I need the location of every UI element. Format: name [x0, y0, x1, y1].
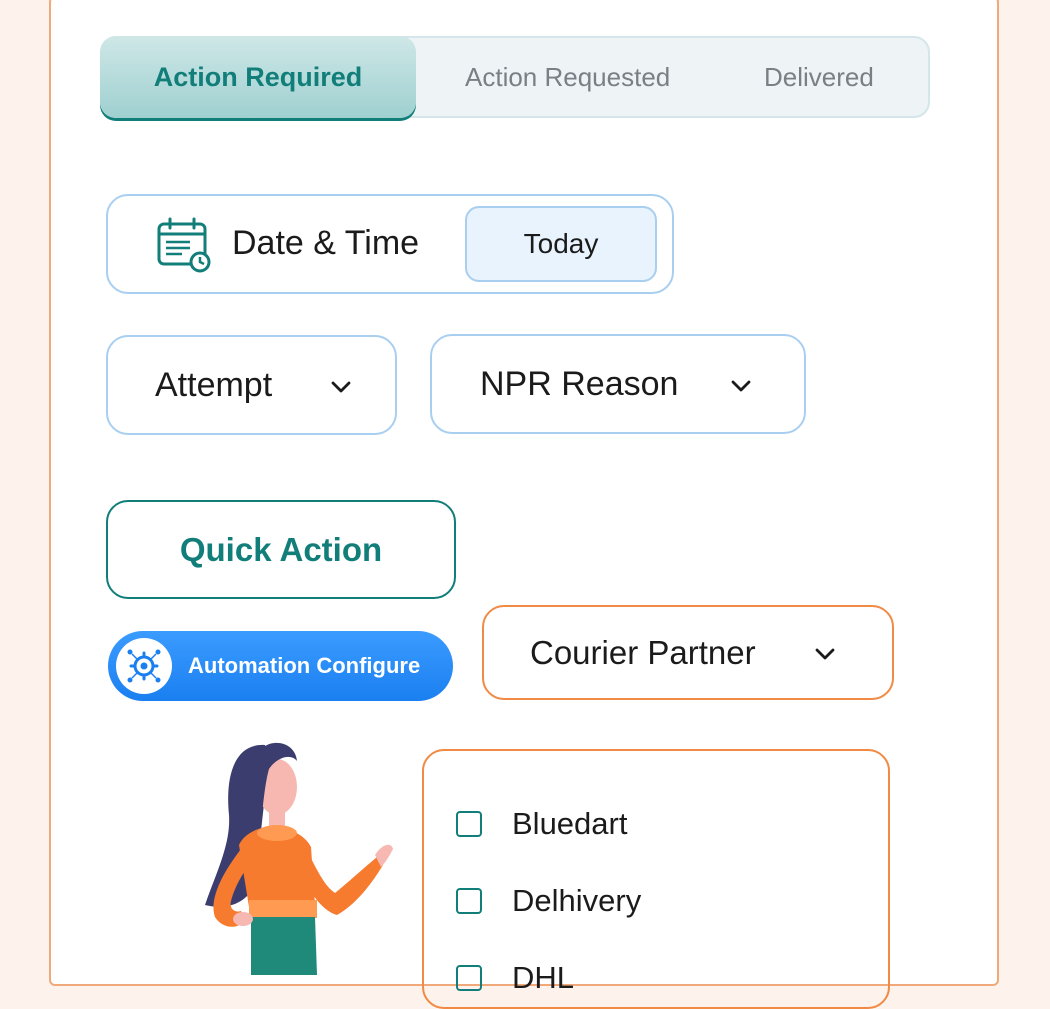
tab-delivered[interactable]: Delivered — [764, 38, 874, 116]
chevron-down-icon — [331, 381, 351, 393]
courier-partner-label: Courier Partner — [530, 633, 756, 671]
list-item[interactable]: DHL — [456, 960, 574, 996]
option-label: Bluedart — [512, 806, 628, 841]
status-tabs: Action Required Action Requested Deliver… — [100, 36, 930, 118]
courier-options-list: Bluedart Delhivery DHL — [422, 749, 890, 1009]
option-label: Delhivery — [512, 883, 642, 918]
courier-partner-dropdown[interactable]: Courier Partner — [482, 605, 894, 700]
checkbox[interactable] — [456, 811, 482, 837]
checkbox[interactable] — [456, 888, 482, 914]
list-item[interactable]: Bluedart — [456, 806, 627, 842]
chevron-down-icon — [815, 648, 835, 660]
npr-reason-dropdown[interactable]: NPR Reason — [430, 334, 806, 434]
automation-configure-label: Automation Configure — [188, 653, 421, 678]
attempt-dropdown[interactable]: Attempt — [106, 335, 397, 435]
woman-illustration — [205, 742, 393, 975]
date-time-label: Date & Time — [232, 224, 420, 262]
quick-action-button[interactable]: Quick Action — [106, 500, 456, 599]
tab-action-requested[interactable]: Action Requested — [465, 38, 670, 116]
calendar-clock-icon — [157, 217, 211, 273]
option-label: DHL — [512, 960, 575, 995]
date-time-filter[interactable]: Date & Time Today — [106, 194, 674, 294]
chevron-down-icon — [731, 380, 751, 392]
automation-configure-button[interactable]: Automation Configure — [108, 631, 453, 701]
tab-action-required[interactable]: Action Required — [100, 36, 416, 118]
automation-gear-icon — [116, 638, 172, 694]
attempt-label: Attempt — [155, 365, 273, 404]
checkbox[interactable] — [456, 965, 482, 991]
today-button[interactable]: Today — [465, 206, 657, 282]
list-item[interactable]: Delhivery — [456, 883, 641, 919]
npr-reason-label: NPR Reason — [480, 364, 679, 403]
